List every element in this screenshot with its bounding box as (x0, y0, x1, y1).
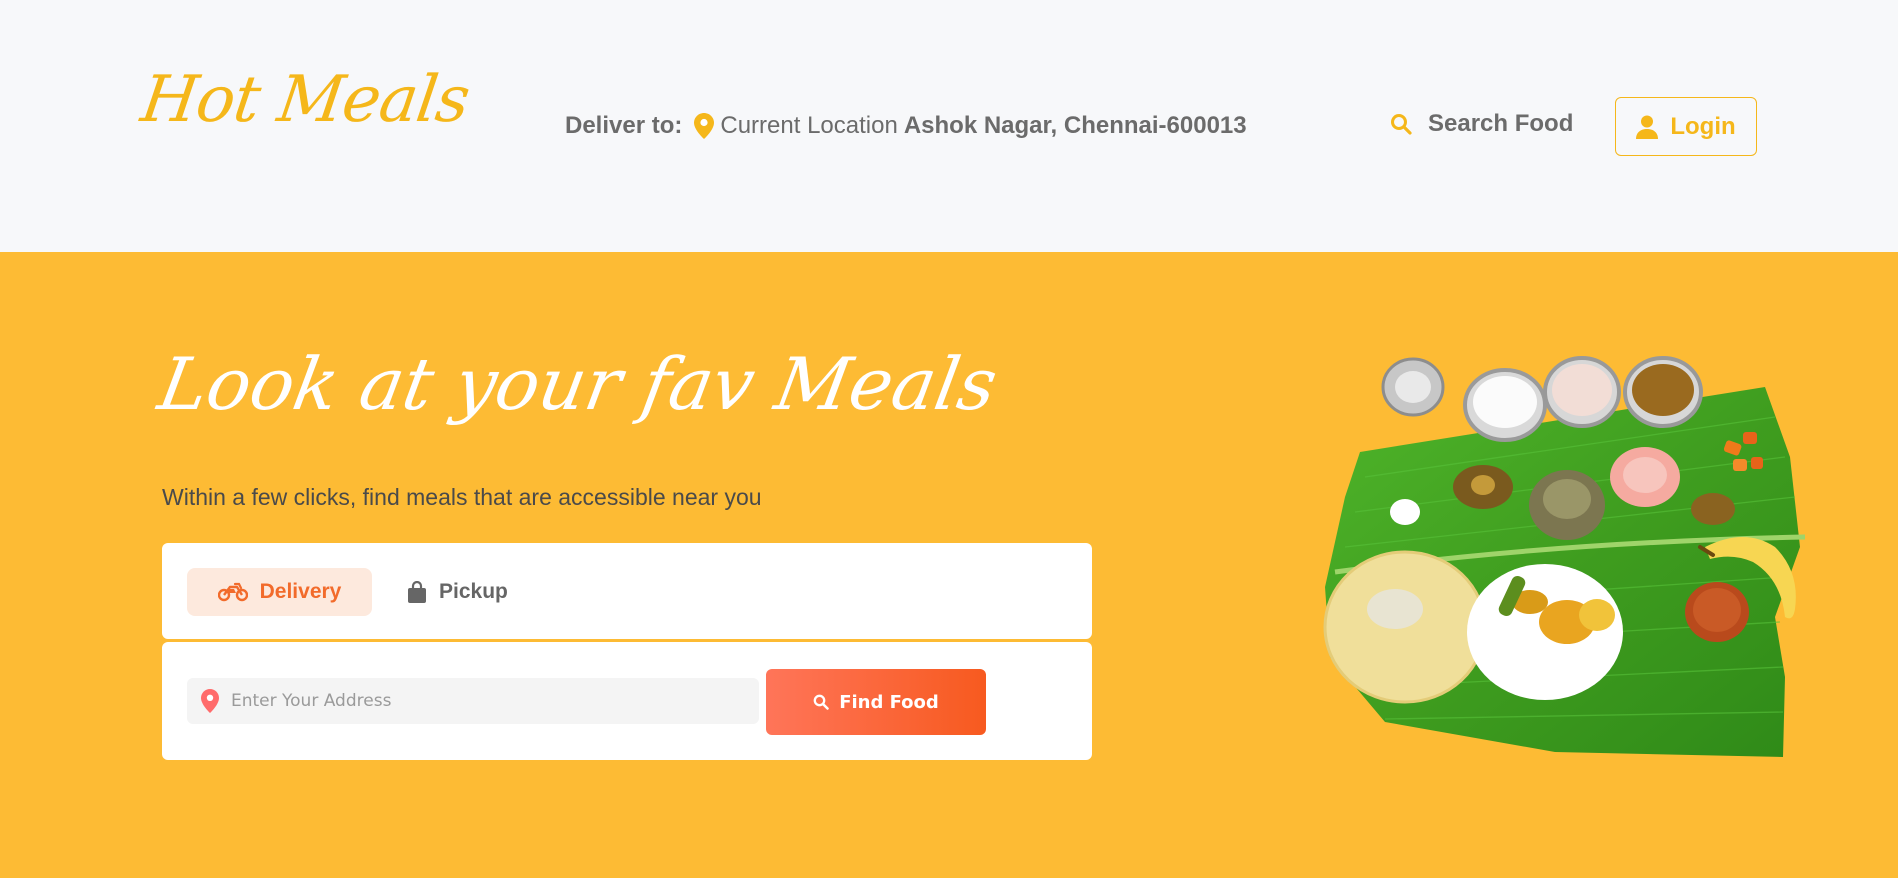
location-pin-icon (694, 113, 715, 139)
tab-delivery-label: Delivery (259, 580, 342, 603)
hero-title: Look at your fav Meals (152, 342, 1004, 426)
location-address: Ashok Nagar, Chennai-600013 (903, 112, 1247, 139)
deliver-to-location[interactable]: Deliver to: Current Location Ashok Nagar… (565, 112, 1247, 140)
current-location-label: Current Location (720, 112, 898, 139)
banana-leaf-meal-image (1323, 356, 1806, 757)
brand-logo[interactable]: Hot Meals (137, 63, 474, 137)
deliver-to-label: Deliver to: (565, 112, 683, 139)
shopping-bag-icon (408, 581, 426, 603)
find-food-button[interactable]: Find Food (766, 669, 986, 735)
order-type-tabs: Delivery Pickup (162, 543, 1092, 639)
search-food-link[interactable]: Search Food (1390, 110, 1573, 138)
search-food-label: Search Food (1428, 110, 1574, 137)
tab-pickup[interactable]: Pickup (407, 568, 537, 616)
address-input-wrapper[interactable] (187, 678, 759, 724)
find-food-label: Find Food (839, 691, 939, 713)
login-label: Login (1670, 112, 1736, 140)
hero-subtitle: Within a few clicks, find meals that are… (162, 484, 762, 510)
top-header: Hot Meals Deliver to: Current Location A… (0, 0, 1898, 252)
tab-pickup-label: Pickup (439, 580, 508, 603)
location-pin-icon (201, 689, 219, 713)
address-search-card: Find Food (162, 642, 1092, 760)
login-button[interactable]: Login (1615, 97, 1757, 156)
address-input[interactable] (231, 691, 731, 711)
search-icon (1391, 114, 1412, 135)
hero-section: Look at your fav Meals Within a few clic… (0, 252, 1898, 878)
user-icon (1636, 115, 1659, 139)
tab-delivery[interactable]: Delivery (187, 568, 372, 616)
search-icon (813, 694, 829, 710)
motorcycle-icon (217, 582, 248, 602)
